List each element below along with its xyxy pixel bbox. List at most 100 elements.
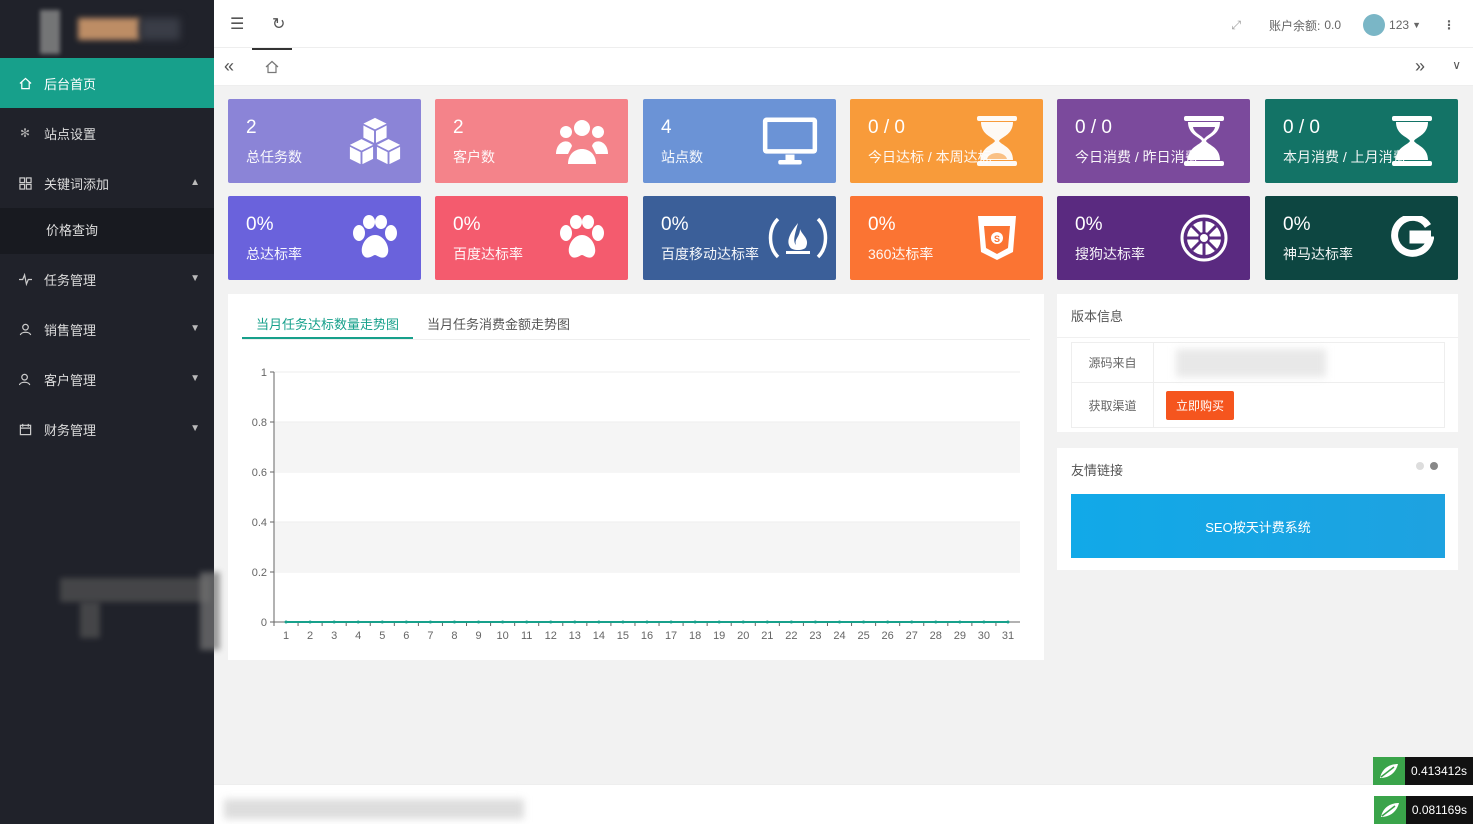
chart-point <box>332 620 336 624</box>
stat-label: 站点数 <box>661 149 703 165</box>
chart-point <box>765 620 769 624</box>
buy-now-button[interactable]: 立即购买 <box>1166 390 1235 420</box>
gear-icon: ✻ <box>19 126 31 140</box>
table-row: 获取渠道 立即购买 <box>1072 383 1444 427</box>
username[interactable]: 123 <box>1389 18 1409 32</box>
seo-banner-link[interactable]: SEO按天计费系统 <box>1071 494 1445 558</box>
chart-x-tick-label: 26 <box>882 630 894 642</box>
stat-label: 搜狗达标率 <box>1075 246 1145 262</box>
stat-value: 0% <box>661 214 689 235</box>
sidebar-item-site-settings[interactable]: ✻ 站点设置 <box>0 108 214 158</box>
sidebar-item-home[interactable]: 后台首页 <box>0 58 214 108</box>
sidebar-item-label: 关键词添加 <box>44 176 110 192</box>
tab-monthly-target-count[interactable]: 当月任务达标数量走势图 <box>242 306 414 339</box>
chart-x-tick-label: 18 <box>689 630 701 642</box>
chart-point <box>308 620 312 624</box>
chart-x-tick-label: 21 <box>761 630 773 642</box>
caret-down-icon[interactable]: ▼ <box>1412 20 1421 30</box>
stat-card-sites[interactable]: 4 站点数 <box>643 99 836 183</box>
stat-card-daily-weekly-target[interactable]: 0 / 0 今日达标 / 本周达标 <box>850 99 1043 183</box>
stat-value: 2 <box>453 117 464 138</box>
home-icon <box>18 76 32 90</box>
chart-point <box>1006 620 1010 624</box>
stat-card-total-tasks[interactable]: 2 总任务数 <box>228 99 421 183</box>
chart-x-tick-label: 30 <box>978 630 990 642</box>
chart-x-tick-label: 24 <box>833 630 845 642</box>
chevron-down-icon: ▼ <box>190 373 200 384</box>
chart-y-tick-label: 0.6 <box>252 467 267 479</box>
chart-x-tick-label: 3 <box>331 630 337 642</box>
table-row: 源码来自 <box>1072 343 1444 383</box>
stat-card-daily-consumption[interactable]: 0 / 0 今日消费 / 昨日消费 <box>1057 99 1250 183</box>
perf-timer: 0.081169s <box>1373 796 1473 824</box>
stat-card-360-rate[interactable]: 0% 360达标率 S <box>850 196 1043 280</box>
top-header: ☰ ↻ ⤢ 账户余额: 0.0 123 ▼ ⋮ <box>214 0 1473 48</box>
sidebar-item-label: 财务管理 <box>44 422 97 438</box>
sidebar-item-sales-management[interactable]: 销售管理 ▼ <box>0 304 214 354</box>
stat-label: 360达标率 <box>868 246 934 262</box>
carousel-dot[interactable] <box>1430 462 1438 470</box>
menu-collapse-icon[interactable]: ☰ <box>230 14 244 34</box>
version-info-panel: 版本信息 源码来自 获取渠道 立即购买 <box>1057 294 1458 432</box>
calendar-icon <box>18 422 32 436</box>
sidebar-subitem-price-query[interactable]: 价格查询 <box>0 208 214 254</box>
chart-x-tick-label: 25 <box>857 630 869 642</box>
sidebar-item-task-management[interactable]: 任务管理 ▼ <box>0 254 214 304</box>
stat-value: 0% <box>1283 214 1311 235</box>
sidebar-item-finance-management[interactable]: 财务管理 ▼ <box>0 404 214 454</box>
more-icon[interactable]: ⋮ <box>1443 18 1455 32</box>
paw-icon <box>347 212 403 264</box>
chart-point <box>693 620 697 624</box>
chart-point <box>284 620 288 624</box>
tabs-scroll-left-icon[interactable]: « <box>224 56 234 77</box>
sidebar-item-keyword-add[interactable]: 关键词添加 ▲ <box>0 158 214 208</box>
chart-point <box>525 620 529 624</box>
perf-timer: 0.413412s <box>1372 757 1473 785</box>
chart-x-tick-label: 12 <box>545 630 557 642</box>
home-icon <box>265 60 279 77</box>
stat-card-baidu-mobile-rate[interactable]: 0% 百度移动达标率 <box>643 196 836 280</box>
tab-monthly-consumption-amount[interactable]: 当月任务消费金额走势图 <box>413 306 584 339</box>
hourglass-icon <box>1176 115 1232 167</box>
chart-band <box>274 422 1020 472</box>
users-icon <box>554 115 610 167</box>
stat-card-baidu-rate[interactable]: 0% 百度达标率 <box>435 196 628 280</box>
stat-value: 0% <box>453 214 481 235</box>
tabs-scroll-right-icon[interactable]: » <box>1415 56 1425 77</box>
avatar[interactable] <box>1363 14 1386 36</box>
stat-label: 百度达标率 <box>453 246 523 262</box>
carousel-dot[interactable] <box>1416 462 1424 470</box>
tab-bar: « » ∨ <box>214 48 1473 86</box>
chart-x-tick-label: 27 <box>906 630 918 642</box>
chart-point <box>910 620 914 624</box>
stat-card-shenma-rate[interactable]: 0% 神马达标率 <box>1265 196 1458 280</box>
stat-card-customers[interactable]: 2 客户数 <box>435 99 628 183</box>
chart-point <box>452 620 456 624</box>
refresh-icon[interactable]: ↻ <box>272 14 285 34</box>
users-icon <box>18 372 32 386</box>
panel-title: 友情链接 <box>1071 463 1124 478</box>
stat-card-sogou-rate[interactable]: 0% 搜狗达标率 <box>1057 196 1250 280</box>
chart-y-tick-label: 0.2 <box>252 567 267 579</box>
stat-card-total-rate[interactable]: 0% 总达标率 <box>228 196 421 280</box>
row-label: 获取渠道 <box>1072 383 1154 427</box>
tabs-menu-chevron-icon[interactable]: ∨ <box>1452 58 1461 72</box>
tab-home[interactable] <box>252 48 292 86</box>
chart-point <box>934 620 938 624</box>
sidebar-item-customer-management[interactable]: 客户管理 ▼ <box>0 354 214 404</box>
chart-x-tick-label: 16 <box>641 630 653 642</box>
chart-point <box>982 620 986 624</box>
chart-point <box>862 620 866 624</box>
stat-card-monthly-consumption[interactable]: 0 / 0 本月消费 / 上月消费 <box>1265 99 1458 183</box>
monitor-icon <box>762 115 818 167</box>
sidebar-item-label: 销售管理 <box>44 322 97 338</box>
row-value: 立即购买 <box>1154 383 1444 427</box>
chevron-down-icon: ▼ <box>190 273 200 284</box>
logo <box>0 0 214 58</box>
fullscreen-icon[interactable]: ⤢ <box>1231 18 1241 33</box>
chart-x-tick-label: 15 <box>617 630 629 642</box>
stat-value: 0% <box>868 214 896 235</box>
stat-label: 百度移动达标率 <box>661 246 759 262</box>
chart-point <box>813 620 817 624</box>
hourglass-icon <box>969 115 1025 167</box>
